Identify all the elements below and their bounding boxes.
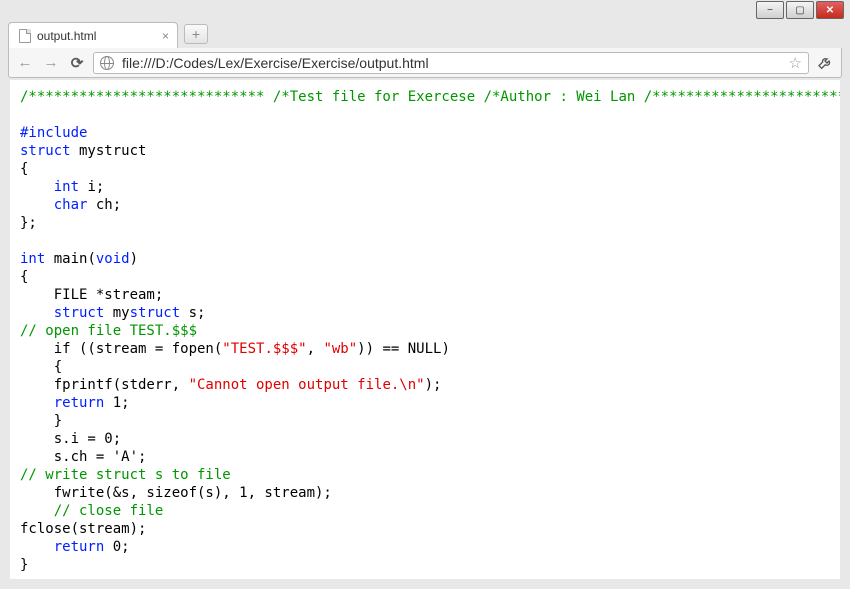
- string-literal: "TEST.$$$": [222, 341, 306, 357]
- kw-void: void: [96, 251, 130, 267]
- close-button[interactable]: ✕: [816, 1, 844, 19]
- page-icon: [19, 29, 31, 43]
- stmt-si: s.i = 0;: [20, 431, 121, 447]
- tab-title: output.html: [37, 29, 96, 43]
- string-literal: "Cannot open output file.\n": [189, 377, 425, 393]
- kw-struct: struct: [54, 305, 105, 321]
- window-controls: − ▢ ✕: [756, 0, 850, 20]
- file-decl: FILE *stream;: [54, 287, 164, 303]
- field-i: i;: [79, 179, 104, 195]
- url-input[interactable]: [120, 54, 783, 72]
- toolbar: ← → ⟳ ☆: [8, 48, 842, 78]
- reload-button[interactable]: ⟳: [67, 53, 87, 73]
- forward-button[interactable]: →: [41, 53, 61, 73]
- kw-return: return: [54, 539, 105, 555]
- tab-close-icon[interactable]: ×: [162, 30, 169, 42]
- tab-strip: output.html × +: [8, 20, 842, 48]
- include-directive: #include: [20, 125, 87, 141]
- maximize-button[interactable]: ▢: [786, 1, 814, 19]
- kw-char: char: [54, 197, 88, 213]
- comment-close: // close file: [20, 503, 163, 519]
- brace: {: [20, 161, 28, 177]
- brace: {: [20, 269, 28, 285]
- kw-return: return: [54, 395, 105, 411]
- kw-struct: struct: [20, 143, 71, 159]
- bookmark-star-icon[interactable]: ☆: [789, 54, 802, 72]
- struct-name: mystruct: [71, 143, 147, 159]
- brace: };: [20, 215, 37, 231]
- stmt-sch: s.ch = 'A';: [20, 449, 146, 465]
- struct-type: my: [104, 305, 129, 321]
- brace: }: [20, 557, 28, 573]
- tab-output-html[interactable]: output.html ×: [8, 22, 178, 48]
- field-ch: ch;: [87, 197, 121, 213]
- wrench-menu-icon[interactable]: [815, 53, 835, 73]
- kw-int: int: [54, 179, 79, 195]
- stmt-fclose: fclose(stream);: [20, 521, 146, 537]
- page-content: /**************************** /*Test fil…: [10, 80, 840, 579]
- comment-open-file: // open file TEST.$$$: [20, 323, 197, 339]
- brace: {: [20, 359, 62, 375]
- globe-icon: [100, 56, 114, 70]
- source-code: /**************************** /*Test fil…: [20, 88, 830, 574]
- kw-struct-inline: struct: [130, 305, 181, 321]
- new-tab-button[interactable]: +: [184, 24, 208, 44]
- back-button[interactable]: ←: [15, 53, 35, 73]
- header-comment: /**************************** /*Test fil…: [20, 89, 840, 105]
- string-literal: "wb": [323, 341, 357, 357]
- comment-write: // write struct s to file: [20, 467, 231, 483]
- address-bar[interactable]: ☆: [93, 52, 809, 74]
- stmt-fwrite: fwrite(&s, sizeof(s), 1, stream);: [20, 485, 332, 501]
- minimize-button[interactable]: −: [756, 1, 784, 19]
- kw-int: int: [20, 251, 45, 267]
- brace: }: [20, 413, 62, 429]
